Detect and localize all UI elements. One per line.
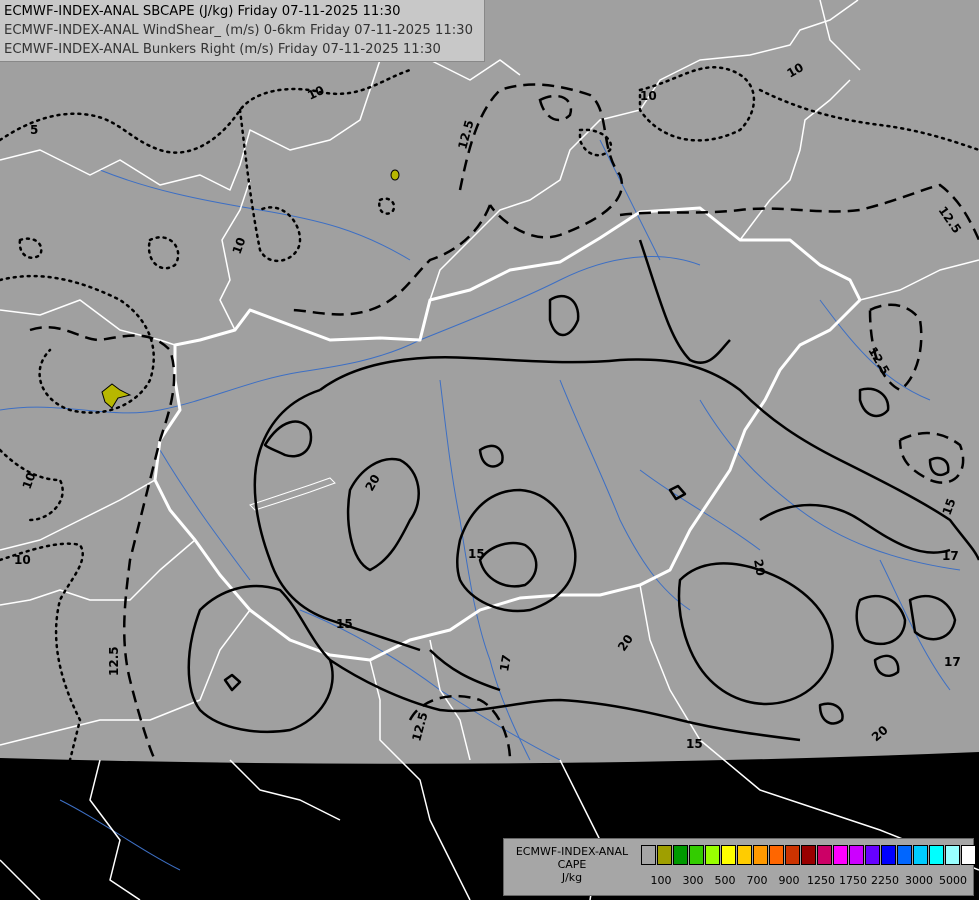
legend-swatch xyxy=(849,845,864,865)
legend-title: ECMWF-INDEX-ANAL CAPE J/kg xyxy=(508,845,636,884)
legend-swatch xyxy=(897,845,912,865)
legend-swatch xyxy=(737,845,752,865)
bunkers-label: 15 xyxy=(686,737,703,751)
legend-swatch xyxy=(641,845,656,865)
legend-swatch xyxy=(657,845,672,865)
legend-tick-label: 3000 xyxy=(905,874,933,887)
weather-map: 10 10 10 10 10 10 5 12.5 12.5 12.5 12.5 … xyxy=(0,0,979,900)
legend-swatch xyxy=(881,845,896,865)
bunkers-label: 20 xyxy=(751,558,768,577)
legend-swatch xyxy=(913,845,928,865)
legend-color-scale xyxy=(641,845,977,865)
legend-tick-label: 700 xyxy=(746,874,768,887)
legend-title-variable: CAPE xyxy=(557,858,587,871)
windshear-label: 10 xyxy=(640,89,657,103)
bunkers-label: 17 xyxy=(497,654,514,673)
legend-tick-label: 500 xyxy=(714,874,736,887)
legend-tick-label: 300 xyxy=(682,874,704,887)
legend-swatch xyxy=(785,845,800,865)
legend-title-source: ECMWF-INDEX-ANAL xyxy=(515,845,629,858)
map-header: ECMWF-INDEX-ANAL SBCAPE (J/kg) Friday 07… xyxy=(0,0,485,62)
legend-swatch xyxy=(769,845,784,865)
header-line-windshear: ECMWF-INDEX-ANAL WindShear_ (m/s) 0-6km … xyxy=(4,23,473,38)
legend-swatch xyxy=(817,845,832,865)
legend-tick-label: 5000 xyxy=(939,874,967,887)
windshear-label: 12.5 xyxy=(107,646,121,676)
legend-swatch xyxy=(689,845,704,865)
bunkers-label: 15 xyxy=(336,617,353,631)
bunkers-label: 15 xyxy=(468,547,485,561)
legend-tick-labels: 100 300 500 700 900 1250 1750 2250 3000 5000 xyxy=(641,874,971,888)
cape-legend: ECMWF-INDEX-ANAL CAPE J/kg 100 300 500 700 9… xyxy=(503,838,977,896)
windshear-label: 5 xyxy=(30,123,38,137)
legend-tick-label: 2250 xyxy=(871,874,899,887)
legend-swatch xyxy=(721,845,736,865)
legend-swatch xyxy=(705,845,720,865)
legend-swatch xyxy=(801,845,816,865)
legend-title-unit: J/kg xyxy=(561,871,583,884)
legend-swatch xyxy=(673,845,688,865)
legend-swatch xyxy=(833,845,848,865)
bunkers-label: 17 xyxy=(942,549,959,563)
windshear-label: 10 xyxy=(14,553,31,567)
legend-swatch xyxy=(865,845,880,865)
legend-tick-label: 900 xyxy=(778,874,800,887)
legend-swatch xyxy=(945,845,960,865)
header-line-bunkers: ECMWF-INDEX-ANAL Bunkers Right (m/s) Fri… xyxy=(4,42,441,57)
legend-swatch xyxy=(961,845,976,865)
legend-swatch xyxy=(929,845,944,865)
legend-swatch xyxy=(753,845,768,865)
bunkers-label: 17 xyxy=(944,655,961,669)
legend-tick-label: 1250 xyxy=(807,874,835,887)
header-line-sbcape: ECMWF-INDEX-ANAL SBCAPE (J/kg) Friday 07… xyxy=(4,4,401,19)
cape-fill-small xyxy=(390,169,400,181)
legend-tick-label: 1750 xyxy=(839,874,867,887)
legend-tick-label: 100 xyxy=(650,874,672,887)
